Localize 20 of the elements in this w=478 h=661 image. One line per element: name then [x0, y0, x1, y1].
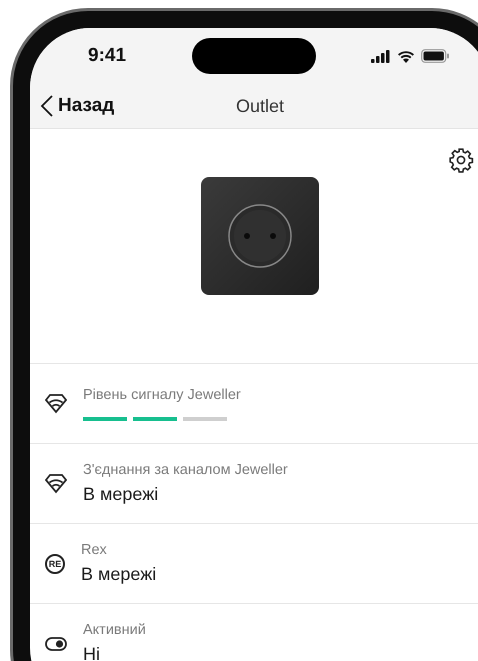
- battery-icon: [421, 49, 450, 63]
- diamond-signal-icon: [45, 394, 67, 414]
- row-label: Рівень сигналу Jeweller: [83, 386, 241, 402]
- settings-icon: [448, 147, 474, 173]
- signal-icon: [371, 50, 391, 62]
- toggle-icon: [45, 636, 67, 650]
- back-button[interactable]: Назад: [40, 94, 114, 118]
- row-label: З'єднання за каналом Jeweller: [83, 462, 288, 478]
- settings-button[interactable]: [448, 147, 474, 173]
- row-value: Ні: [83, 644, 101, 661]
- back-chevron-icon: [40, 94, 54, 118]
- wifi-icon: [397, 50, 415, 62]
- row-value: В мережі: [81, 564, 156, 585]
- status-time: 9:41: [88, 45, 128, 67]
- rex-icon: RE: [45, 554, 65, 574]
- screen-title: Outlet: [236, 96, 284, 116]
- row-label: Rex: [81, 542, 108, 558]
- row-value: В мережі: [83, 484, 160, 505]
- diamond-signal-icon: [45, 474, 67, 494]
- row-label: Активний: [83, 622, 146, 638]
